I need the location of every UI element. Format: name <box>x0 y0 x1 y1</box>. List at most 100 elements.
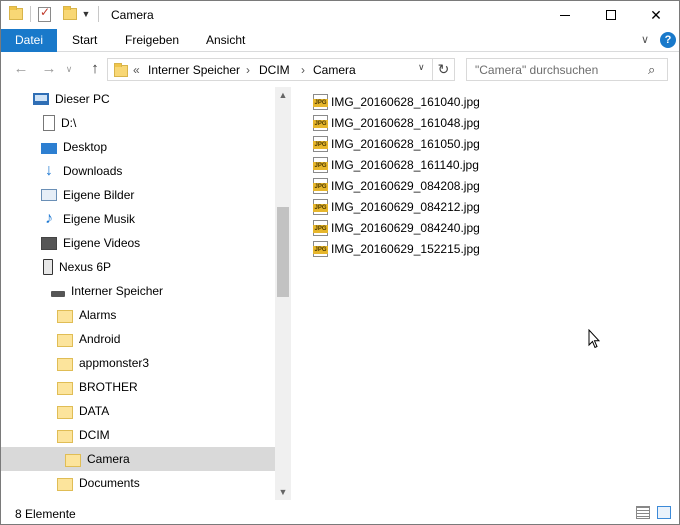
file-item[interactable]: JPG IMG_20160629_084212.jpg <box>313 196 480 217</box>
explorer-window: ▼ Camera ✕ Datei Start Freigeben Ansicht… <box>0 0 680 525</box>
ribbon-tabs: Datei Start Freigeben Ansicht ∨ ? <box>1 29 679 52</box>
file-name: IMG_20160628_161140.jpg <box>331 157 479 172</box>
tree-item-downloads[interactable]: ↓ Downloads <box>1 159 275 183</box>
search-icon[interactable]: ⌕ <box>648 62 655 78</box>
new-folder-icon[interactable] <box>63 6 77 20</box>
properties-icon[interactable] <box>38 5 51 22</box>
drive-icon <box>43 115 55 131</box>
large-icons-view-icon[interactable] <box>657 506 671 519</box>
tree-item-label: Android <box>79 332 121 346</box>
address-dropdown-icon[interactable]: ∨ <box>418 62 425 73</box>
desktop-icon <box>41 142 57 154</box>
jpg-file-icon: JPG <box>313 240 328 257</box>
tree-item-label: Desktop <box>63 140 108 154</box>
toolbar-separator <box>30 6 31 22</box>
folder-icon <box>9 6 23 20</box>
tree-item-eigene-videos[interactable]: Eigene Videos <box>1 231 275 255</box>
file-item[interactable]: JPG IMG_20160628_161050.jpg <box>313 133 480 154</box>
item-count: 8 Elemente <box>15 507 76 521</box>
tree-item-camera[interactable]: Camera <box>1 447 275 471</box>
file-item[interactable]: JPG IMG_20160628_161040.jpg <box>313 91 480 112</box>
tree-item-interner-speicher[interactable]: Interner Speicher <box>1 279 275 303</box>
tree-item-drive-d[interactable]: D:\ <box>1 111 275 135</box>
jpg-file-icon: JPG <box>313 135 328 152</box>
folder-icon <box>57 333 73 347</box>
search-box[interactable]: "Camera" durchsuchen ⌕ <box>466 58 668 81</box>
minimize-button[interactable] <box>542 1 588 29</box>
tree-item-dcim[interactable]: DCIM <box>1 423 275 447</box>
tree-item-appmonster3[interactable]: appmonster3 <box>1 351 275 375</box>
tree-item-label: BROTHER <box>79 380 138 394</box>
jpg-file-icon: JPG <box>313 177 328 194</box>
toolbar-separator <box>98 6 99 22</box>
quick-access-toolbar: ▼ <box>9 5 102 22</box>
file-name: IMG_20160629_084212.jpg <box>331 199 480 214</box>
tree-item-label: appmonster3 <box>79 356 150 370</box>
file-item[interactable]: JPG IMG_20160628_161048.jpg <box>313 112 480 133</box>
folder-icon <box>57 309 73 323</box>
download-icon: ↓ <box>45 162 53 179</box>
file-name: IMG_20160629_152215.jpg <box>331 241 480 256</box>
close-button[interactable]: ✕ <box>633 1 679 29</box>
address-bar[interactable]: « Interner Speicher › DCIM › Camera ∨ <box>107 58 433 81</box>
tree-item-label: Alarms <box>79 308 117 322</box>
tree-item-nexus-6p[interactable]: Nexus 6P <box>1 255 275 279</box>
file-item[interactable]: JPG IMG_20160629_084208.jpg <box>313 175 480 196</box>
tree-item-android[interactable]: Android <box>1 327 275 351</box>
minimize-icon <box>560 14 570 16</box>
scroll-down-icon[interactable]: ▼ <box>275 484 291 500</box>
music-icon: ♪ <box>45 210 53 227</box>
file-item[interactable]: JPG IMG_20160629_084240.jpg <box>313 217 480 238</box>
details-view-icon[interactable] <box>636 506 650 519</box>
file-item[interactable]: JPG IMG_20160628_161140.jpg <box>313 154 479 175</box>
storage-icon <box>51 291 65 297</box>
recent-locations-icon[interactable]: ∨ <box>63 59 75 79</box>
forward-arrow-icon[interactable]: → <box>39 59 59 79</box>
scroll-up-icon[interactable]: ▲ <box>275 87 291 103</box>
maximize-icon <box>606 10 616 20</box>
breadcrumb-separator[interactable]: › <box>301 63 305 77</box>
tree-item-label: DCIM <box>79 428 110 442</box>
tree-item-alarms[interactable]: Alarms <box>1 303 275 327</box>
tree-item-data[interactable]: DATA <box>1 399 275 423</box>
title-bar: ▼ Camera ✕ <box>1 1 679 29</box>
close-icon: ✕ <box>650 6 662 23</box>
file-item[interactable]: JPG IMG_20160629_152215.jpg <box>313 238 480 259</box>
tree-item-eigene-musik[interactable]: ♪ Eigene Musik <box>1 207 275 231</box>
folder-icon <box>57 381 73 395</box>
scrollbar-thumb[interactable] <box>277 207 289 297</box>
tab-datei[interactable]: Datei <box>1 29 57 52</box>
tree-item-label: Nexus 6P <box>59 260 112 274</box>
tree-item-label: Eigene Musik <box>63 212 136 226</box>
pictures-icon <box>41 189 57 201</box>
maximize-button[interactable] <box>588 1 634 29</box>
tree-item-documents[interactable]: Documents <box>1 471 275 495</box>
tree-item-brother[interactable]: BROTHER <box>1 375 275 399</box>
expand-ribbon-icon[interactable]: ∨ <box>641 33 649 46</box>
breadcrumb-interner-speicher[interactable]: Interner Speicher <box>148 63 240 77</box>
breadcrumb-overflow[interactable]: « <box>133 63 140 77</box>
back-arrow-icon[interactable]: ← <box>11 59 31 79</box>
tree-item-label: Dieser PC <box>55 92 110 106</box>
chevron-down-icon[interactable]: ▼ <box>81 9 91 19</box>
tree-item-label: Downloads <box>63 164 123 178</box>
phone-icon <box>43 259 53 275</box>
jpg-file-icon: JPG <box>313 219 328 236</box>
tree-item-dieser-pc[interactable]: Dieser PC <box>1 87 275 111</box>
breadcrumb-camera[interactable]: Camera <box>313 63 356 77</box>
tree-item-eigene-bilder[interactable]: Eigene Bilder <box>1 183 275 207</box>
tree-item-label: Interner Speicher <box>71 284 164 298</box>
tree-item-desktop[interactable]: Desktop <box>1 135 275 159</box>
up-arrow-icon[interactable]: ↑ <box>85 59 105 79</box>
breadcrumb-separator[interactable]: › <box>246 63 250 77</box>
tab-ansicht[interactable]: Ansicht <box>194 29 257 52</box>
navigation-scrollbar[interactable]: ▲ ▼ <box>275 87 291 500</box>
tab-freigeben[interactable]: Freigeben <box>113 29 191 52</box>
folder-icon <box>65 453 81 467</box>
help-icon[interactable]: ? <box>660 32 676 48</box>
tree-item-label: Documents <box>79 476 140 490</box>
breadcrumb-dcim[interactable]: DCIM <box>259 63 290 77</box>
folder-icon <box>57 477 73 491</box>
tab-start[interactable]: Start <box>60 29 109 52</box>
refresh-button[interactable]: ↻ <box>433 58 455 81</box>
